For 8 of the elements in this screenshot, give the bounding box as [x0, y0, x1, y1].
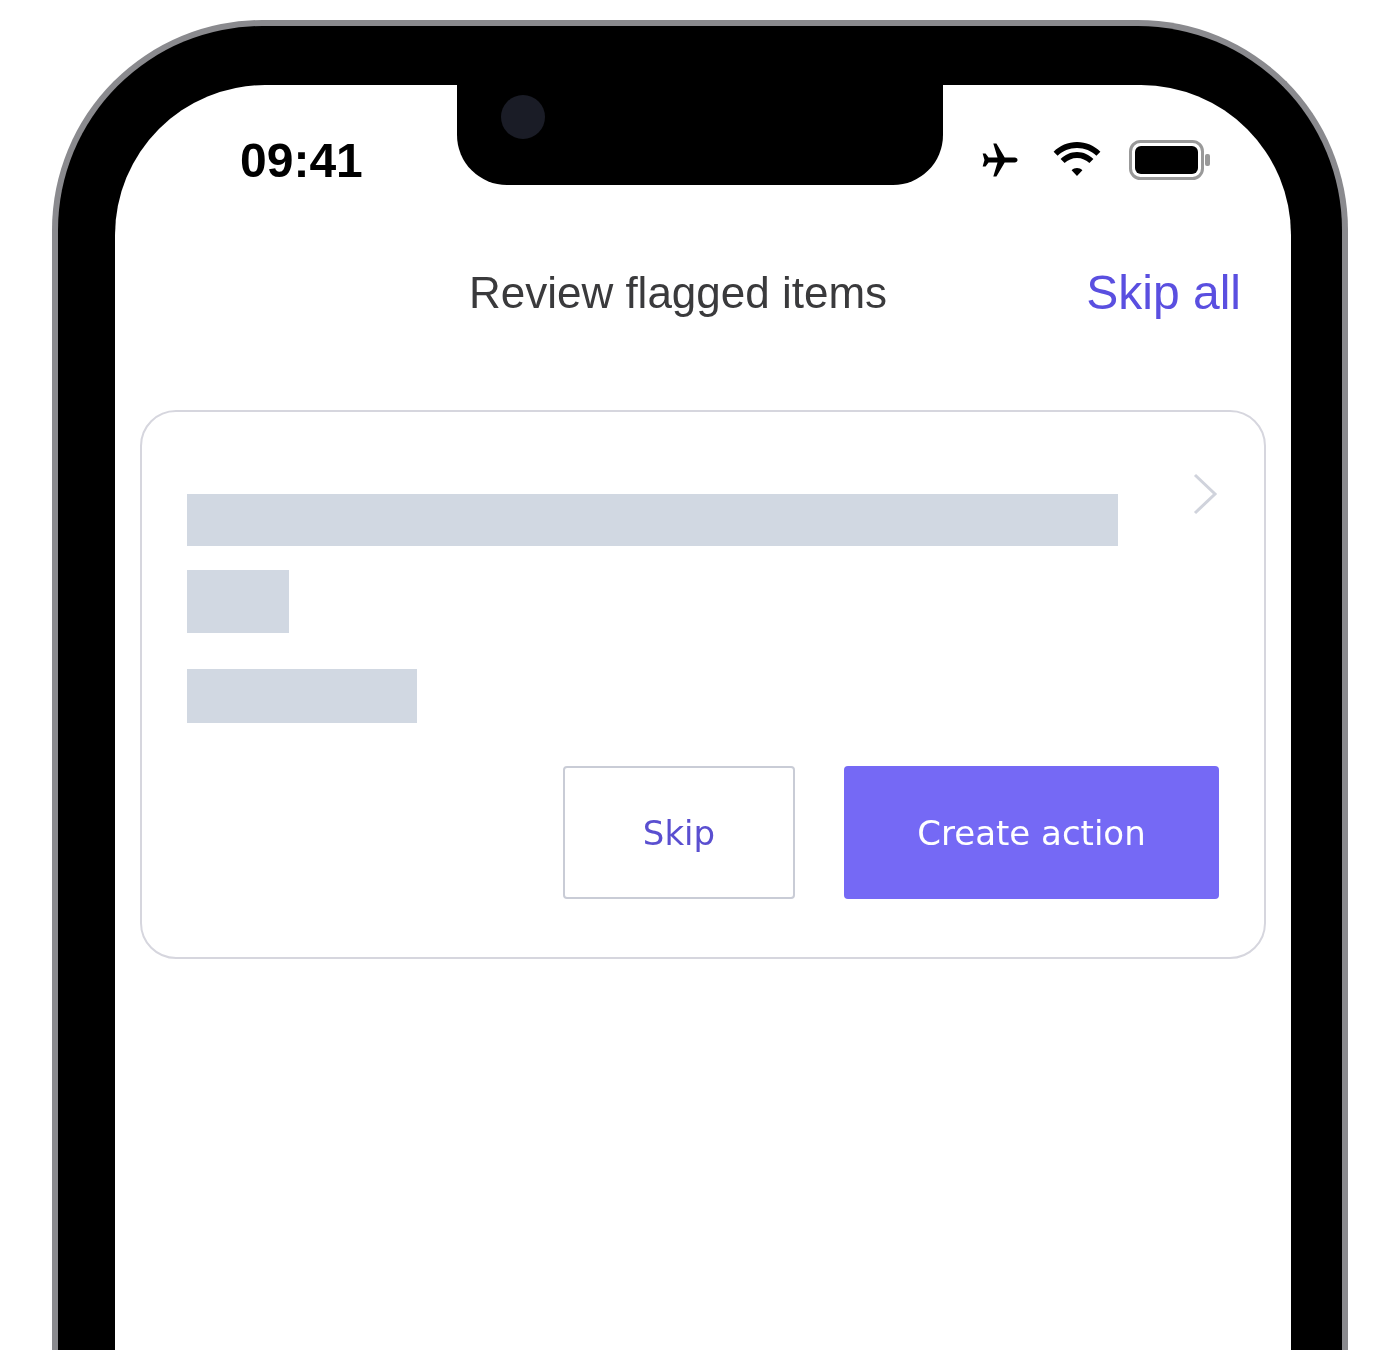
chevron-right-icon[interactable]: [1191, 472, 1219, 516]
status-time: 09:41: [240, 132, 363, 188]
page-title: Review flagged items: [468, 267, 888, 318]
camera-icon: [501, 95, 545, 139]
create-action-button[interactable]: Create action: [844, 766, 1219, 899]
battery-icon: [1129, 140, 1211, 180]
skip-all-link[interactable]: Skip all: [1086, 265, 1241, 320]
skip-button[interactable]: Skip: [563, 766, 795, 899]
